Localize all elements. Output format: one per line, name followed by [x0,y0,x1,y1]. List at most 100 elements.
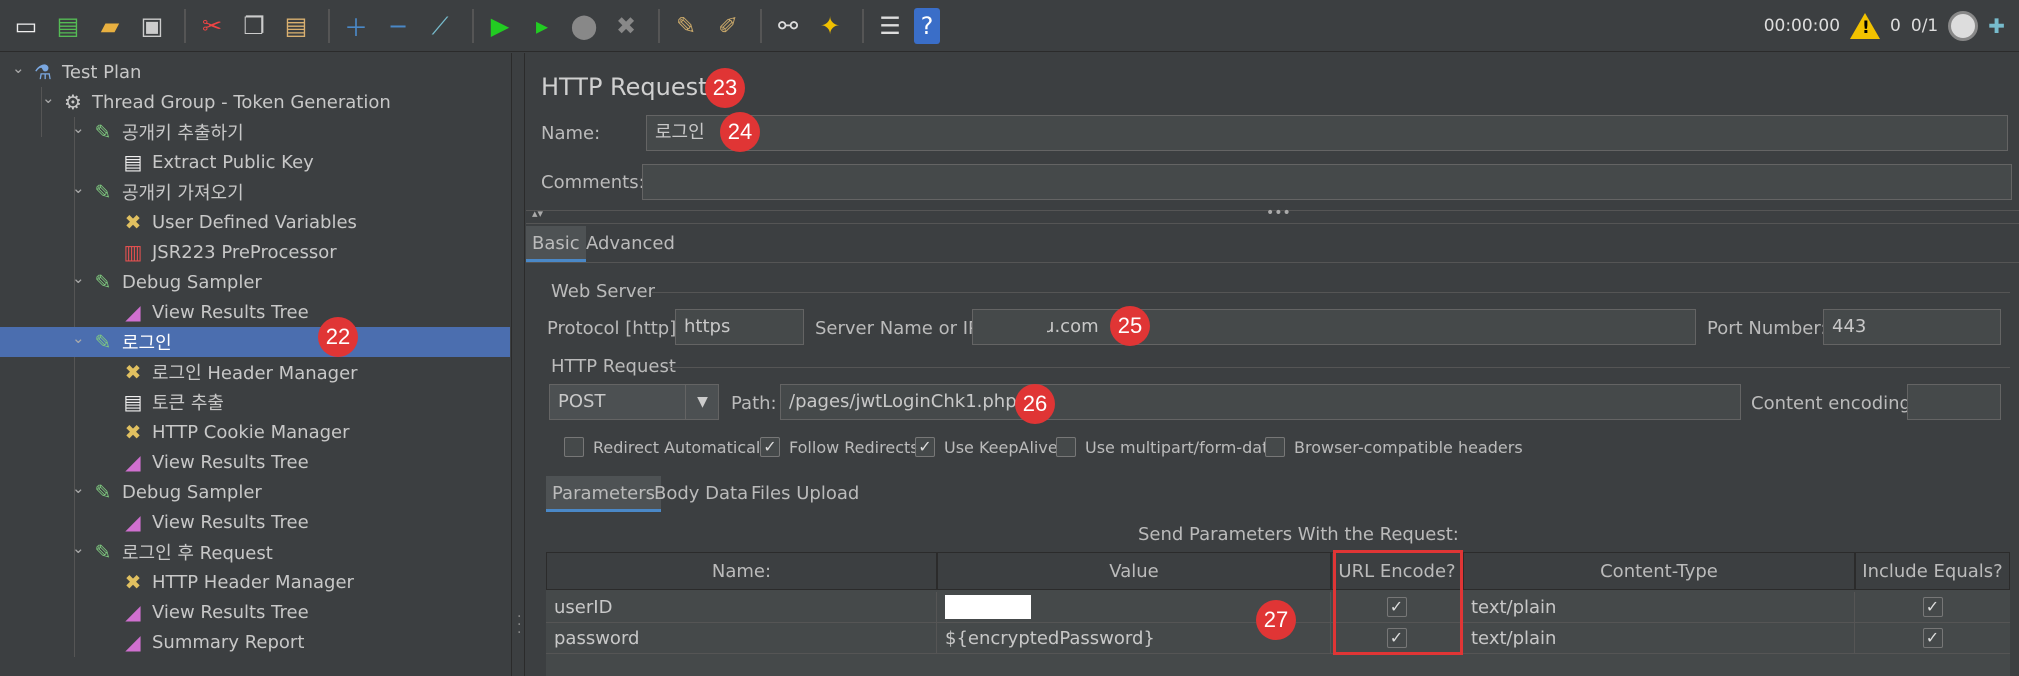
chevron-down-icon[interactable]: ⌄ [72,119,88,137]
keepalive-checkbox[interactable]: ✓ [915,437,935,457]
config-icon: ✖ [124,420,142,444]
stop-icon[interactable]: ⬤ [566,8,602,44]
new-icon[interactable]: ▭ [8,8,44,44]
shutdown-icon[interactable]: ✖ [608,8,644,44]
port-label: Port Number: [1707,318,1827,339]
cut-icon[interactable]: ✂ [194,8,230,44]
follow-redirects-checkbox[interactable]: ✓ [760,437,780,457]
comments-field[interactable] [642,164,2012,200]
tree-node[interactable]: ⌄ ✎ Debug Sampler [0,267,262,297]
column-header-value[interactable]: Value [937,552,1331,590]
tab-files-upload[interactable]: Files Upload [745,476,865,512]
tree-node[interactable]: ▤ 토큰 추출 [0,387,224,417]
tree-node[interactable]: ⌄ ⚙ Thread Group - Token Generation [0,87,391,117]
tree-node[interactable]: ▤ Extract Public Key [0,147,314,177]
tab-basic[interactable]: Basic [526,226,586,262]
tree-node[interactable]: ◢ Summary Report [0,627,304,657]
tree-node[interactable]: ⌄ ✎ 로그인 후 Request [0,537,273,567]
tab-divider [526,262,2019,263]
tab-body-data[interactable]: Body Data [648,476,754,512]
protocol-field[interactable]: https [675,309,804,345]
chevron-down-icon[interactable]: ▼ [685,384,719,420]
start-icon[interactable]: ▶ [482,8,518,44]
tree-node[interactable]: ◢ View Results Tree [0,297,308,327]
tree-node[interactable]: ⌄ ✎ 공개키 추출하기 [0,117,244,147]
tree-node[interactable]: ⌄ ✎ 로그인 [0,327,510,357]
cell-name[interactable]: password [546,623,937,653]
tree-node[interactable]: ◢ View Results Tree [0,447,308,477]
start-no-pause-icon[interactable]: ▸ [524,8,560,44]
tree-node-label: HTTP Header Manager [152,571,354,593]
chevron-down-icon[interactable]: ⌄ [72,329,88,347]
encoding-field[interactable] [1907,384,2001,420]
collapse-icon[interactable]: − [380,8,416,44]
chevron-down-icon[interactable]: ⌄ [72,179,88,197]
column-header-include-equals[interactable]: Include Equals? [1855,552,2010,590]
warning-icon[interactable] [1850,13,1881,39]
listener-icon: ◢ [125,300,141,324]
cell-name[interactable]: userID [546,592,937,622]
cell-include-equals[interactable]: ✓ [1855,623,2010,653]
cell-content-type[interactable]: text/plain [1463,592,1855,622]
open-icon[interactable]: ▰ [92,8,128,44]
function-helper-icon[interactable]: ☰ [872,8,908,44]
toggle-icon[interactable]: ⟋ [422,8,458,44]
clear-icon[interactable]: ✎ [668,8,704,44]
collapse-arrows-icon[interactable]: ▴▾ [532,207,543,220]
splitter[interactable]: · · · [513,53,525,676]
include-equals-checkbox[interactable]: ✓ [1922,597,1943,617]
chevron-down-icon[interactable]: ⌄ [72,539,88,557]
tree-node[interactable]: ▥ JSR223 PreProcessor [0,237,337,267]
tree-node-label: Debug Sampler [122,271,262,293]
browser-headers-checkbox[interactable] [1265,437,1285,457]
tree-node-label: View Results Tree [152,601,309,623]
multipart-checkbox[interactable] [1056,437,1076,457]
tab-advanced[interactable]: Advanced [580,226,681,262]
expand-icon[interactable]: ＋ [338,8,374,44]
comments-label: Comments: [541,172,645,193]
redirect-auto-checkbox[interactable] [564,437,584,457]
sampler-icon: ✎ [94,480,112,504]
tree-node[interactable]: ◢ View Results Tree [0,597,309,627]
drag-handle-icon[interactable]: ••• [1266,205,1291,221]
save-icon[interactable]: ▣ [134,8,170,44]
templates-icon[interactable]: ▤ [50,8,86,44]
tree-node[interactable]: ✖ HTTP Header Manager [0,567,354,597]
port-field[interactable]: 443 [1823,309,2001,345]
chevron-down-icon[interactable]: ⌄ [12,59,28,77]
help-icon[interactable]: ? [914,7,940,44]
name-field[interactable]: 로그인 [646,115,2008,151]
tree-node[interactable]: ✖ User Defined Variables [0,207,357,237]
column-header-name[interactable]: Name: [546,552,937,590]
column-header-content-type[interactable]: Content-Type [1463,552,1855,590]
status-area: 00:00:00 0 0/1 ✚ [1764,0,2005,52]
divider-bar[interactable]: ▴▾ ••• [526,205,2019,224]
listener-icon: ◢ [125,450,141,474]
log-icon[interactable]: ✚ [1988,14,2005,38]
server-field[interactable]: ɹ.com [972,309,1696,345]
paste-icon[interactable]: ▤ [278,8,314,44]
tree-node[interactable]: ⌄ ⚗ Test Plan [0,57,141,87]
reset-search-icon[interactable]: ✦ [812,8,848,44]
tree-node[interactable]: ✖ 로그인 Header Manager [0,357,358,387]
tab-parameters[interactable]: Parameters [546,476,662,512]
include-equals-checkbox[interactable]: ✓ [1922,628,1943,648]
path-field[interactable]: /pages/jwtLoginChk1.php [780,384,1741,420]
chevron-down-icon[interactable]: ⌄ [72,479,88,497]
tree-node[interactable]: ◢ View Results Tree [0,507,308,537]
path-label: Path: [731,393,777,414]
remote-status-icon[interactable] [1948,11,1979,41]
chevron-down-icon[interactable]: ⌄ [72,269,88,287]
copy-icon[interactable]: ❐ [236,8,272,44]
tree-node[interactable]: ✖ HTTP Cookie Manager [0,417,350,447]
splitter-grip-icon: · · · [517,609,522,641]
chevron-down-icon[interactable]: ⌄ [42,89,58,107]
row-divider [546,653,2010,654]
tree-node[interactable]: ⌄ ✎ Debug Sampler [0,477,262,507]
cell-include-equals[interactable]: ✓ [1855,592,2010,622]
tree-node[interactable]: ⌄ ✎ 공개키 가져오기 [0,177,244,207]
clear-all-icon[interactable]: ✐ [710,8,746,44]
cell-content-type[interactable]: text/plain [1463,623,1855,653]
encoding-label: Content encoding: [1751,393,1918,414]
search-icon[interactable]: ⚯ [770,8,806,44]
